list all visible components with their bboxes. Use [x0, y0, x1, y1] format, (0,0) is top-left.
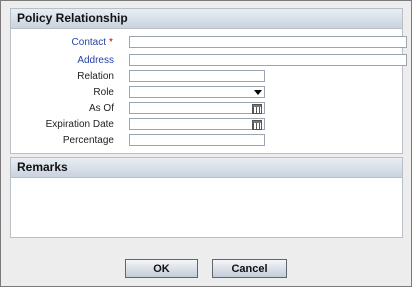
address-input[interactable]: [129, 54, 407, 66]
role-select[interactable]: [129, 86, 265, 98]
address-row: Address: [11, 54, 407, 67]
percentage-input[interactable]: [129, 134, 265, 146]
calendar-icon[interactable]: [252, 120, 262, 130]
role-row: Role: [11, 86, 402, 99]
remarks-header: Remarks: [11, 158, 402, 178]
as-of-date-field[interactable]: [129, 102, 265, 114]
chevron-down-icon[interactable]: [254, 90, 262, 95]
as-of-row: As Of: [11, 102, 402, 115]
expiration-date-label: Expiration Date: [45, 119, 114, 130]
role-label: Role: [93, 87, 114, 98]
cancel-button[interactable]: Cancel: [212, 259, 287, 278]
address-label[interactable]: Address: [0, 54, 114, 67]
policy-relationship-panel: Policy Relationship Contact * Address Re…: [10, 8, 407, 154]
expiration-date-field[interactable]: [129, 118, 265, 130]
contact-row: Contact *: [11, 36, 407, 49]
contact-label[interactable]: Contact: [0, 36, 106, 49]
expiration-date-row: Expiration Date: [11, 118, 402, 131]
dialog-window: Policy Relationship Contact * Address Re…: [0, 0, 412, 287]
percentage-row: Percentage: [11, 134, 402, 147]
contact-input[interactable]: [129, 36, 407, 48]
relation-label: Relation: [77, 71, 114, 82]
calendar-icon[interactable]: [252, 104, 262, 114]
ok-button[interactable]: OK: [125, 259, 198, 278]
policy-relationship-header: Policy Relationship: [11, 9, 402, 29]
percentage-label: Percentage: [62, 135, 114, 146]
required-marker: *: [109, 37, 113, 48]
remarks-panel: Remarks: [10, 157, 403, 238]
remarks-textarea[interactable]: [11, 178, 402, 237]
relation-row: Relation: [11, 70, 402, 83]
relation-input[interactable]: [129, 70, 265, 82]
as-of-label: As Of: [88, 103, 114, 114]
